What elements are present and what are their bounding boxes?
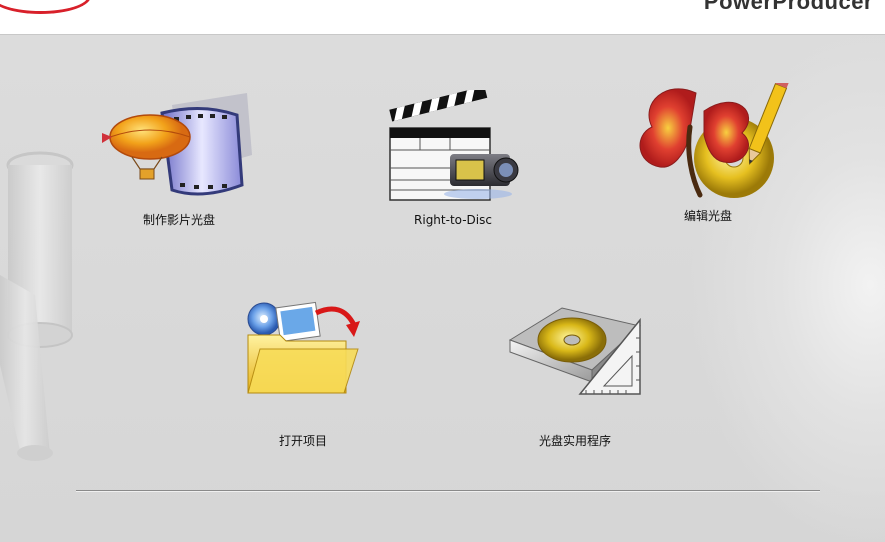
right-to-disc-tile[interactable]: Right-to-Disc — [368, 90, 538, 227]
top-banner: PowerProducer — [0, 0, 885, 35]
background-film-icon — [0, 151, 74, 461]
open-project-tile[interactable]: 打开项目 — [218, 295, 388, 449]
edit-disc-tile[interactable]: 编辑光盘 — [623, 83, 793, 224]
film-balloon-icon — [101, 93, 252, 196]
main-panel: 制作影片光盘 Right-to-Disc 编辑光盘 打开项目 光盘实用程序 — [0, 35, 885, 542]
make-movie-disc-tile[interactable]: 制作影片光盘 — [94, 85, 264, 228]
tile-label: Right-to-Disc — [414, 213, 492, 227]
tile-label: 打开项目 — [278, 434, 327, 448]
logo-swoosh-icon — [0, 0, 91, 14]
brand-name: PowerProducer — [703, 0, 873, 14]
disc-tray-ruler-icon — [508, 307, 642, 395]
disc-utilities-tile[interactable]: 光盘实用程序 — [490, 290, 660, 449]
butterfly-disc-pencil-icon — [639, 83, 789, 198]
bottom-divider — [76, 490, 820, 492]
tile-label: 编辑光盘 — [683, 209, 732, 223]
open-folder-icon — [247, 301, 360, 394]
clapperboard-camcorder-icon — [389, 90, 519, 201]
tile-label: 制作影片光盘 — [142, 213, 215, 227]
tile-label: 光盘实用程序 — [538, 434, 611, 448]
